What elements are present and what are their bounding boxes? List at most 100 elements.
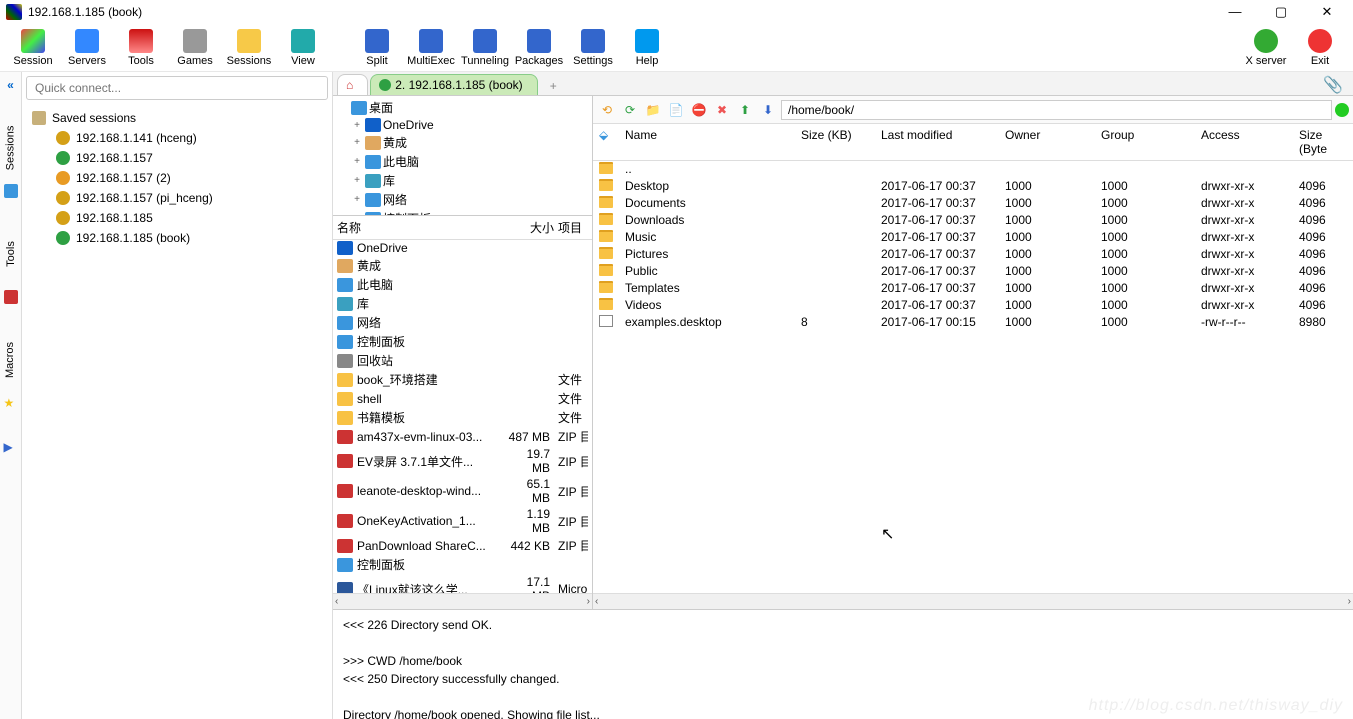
session-item[interactable]: 192.168.1.141 (hceng)	[22, 128, 332, 148]
attach-icon[interactable]: 📎	[1317, 75, 1349, 95]
expand-icon[interactable]: +	[351, 175, 363, 186]
collapse-rail-icon[interactable]: «	[7, 78, 14, 92]
col-name[interactable]: 名称	[337, 219, 512, 236]
expand-icon[interactable]: +	[351, 137, 363, 148]
local-file-list[interactable]: OneDrive黄成此电脑库网络控制面板回收站book_环境搭建文件shell文…	[333, 240, 592, 593]
col-group[interactable]: Group	[1095, 128, 1195, 156]
remote-file-row[interactable]: Public2017-06-17 00:3710001000drwxr-xr-x…	[593, 263, 1353, 280]
toolbar-view[interactable]: View	[276, 29, 330, 67]
toolbar-tunneling[interactable]: Tunneling	[458, 29, 512, 67]
local-tree[interactable]: 桌面+OneDrive+黄成+此电脑+库+网络+控制面板回收站	[333, 96, 592, 216]
delete-icon[interactable]: ✖	[712, 100, 732, 120]
remote-file-row[interactable]: Music2017-06-17 00:3710001000drwxr-xr-x4…	[593, 229, 1353, 246]
col-size[interactable]: 大小	[512, 219, 554, 236]
quick-connect-input[interactable]	[26, 76, 328, 100]
local-file-row[interactable]: PanDownload ShareC...442 KBZIP 目	[333, 536, 592, 555]
col-type[interactable]: 项目	[554, 219, 588, 236]
remote-file-row[interactable]: Videos2017-06-17 00:3710001000drwxr-xr-x…	[593, 297, 1353, 314]
session-item[interactable]: 192.168.1.157 (2)	[22, 168, 332, 188]
download-icon[interactable]: ⬇	[758, 100, 778, 120]
toolbar-x-server[interactable]: X server	[1239, 29, 1293, 67]
local-file-row[interactable]: 库	[333, 294, 592, 313]
local-tree-item[interactable]: +OneDrive	[335, 117, 590, 133]
local-tree-item[interactable]: 桌面	[335, 98, 590, 117]
copy-icon[interactable]: 📄	[666, 100, 686, 120]
parent-dir-row[interactable]: ..	[593, 161, 1353, 178]
toolbar-exit[interactable]: Exit	[1293, 29, 1347, 67]
col-name[interactable]: Name	[619, 128, 795, 156]
local-file-row[interactable]: leanote-desktop-wind...65.1 MBZIP 目	[333, 476, 592, 506]
rail-sessions[interactable]: Sessions	[5, 126, 17, 171]
new-tab-button[interactable]: +	[540, 77, 567, 95]
rail-macros[interactable]: Macros	[5, 342, 17, 378]
local-file-row[interactable]: book_环境搭建文件	[333, 370, 592, 389]
toolbar-sessions[interactable]: Sessions	[222, 29, 276, 67]
remote-file-list[interactable]: ..Desktop2017-06-17 00:3710001000drwxr-x…	[593, 161, 1353, 593]
session-item[interactable]: 192.168.1.185 (book)	[22, 228, 332, 248]
local-tree-item[interactable]: +控制面板	[335, 209, 590, 216]
home-tab[interactable]: ⌂	[337, 74, 368, 95]
remote-path-input[interactable]	[781, 100, 1332, 120]
toolbar-split[interactable]: Split	[350, 29, 404, 67]
session-tab[interactable]: 2. 192.168.1.185 (book)	[370, 74, 537, 95]
scroll-right-icon[interactable]: ›	[587, 596, 590, 607]
col-filesize[interactable]: Size (Byte	[1293, 128, 1353, 156]
upload-icon[interactable]: ⬆	[735, 100, 755, 120]
local-file-row[interactable]: 网络	[333, 313, 592, 332]
rail-tools[interactable]: Tools	[5, 241, 17, 267]
local-tree-item[interactable]: +此电脑	[335, 152, 590, 171]
local-hscroll[interactable]: ‹›	[333, 593, 592, 609]
session-item[interactable]: 192.168.1.157	[22, 148, 332, 168]
local-file-row[interactable]: am437x-evm-linux-03...487 MBZIP 目	[333, 427, 592, 446]
remote-hscroll[interactable]: ‹›	[593, 593, 1353, 609]
local-file-row[interactable]: 书籍模板文件	[333, 408, 592, 427]
toolbar-session[interactable]: Session	[6, 29, 60, 67]
local-tree-item[interactable]: +黄成	[335, 133, 590, 152]
local-file-row[interactable]: 此电脑	[333, 275, 592, 294]
local-file-row[interactable]: 黄成	[333, 256, 592, 275]
local-file-row[interactable]: 《Linux就该这么学...17.1 MBMicro	[333, 574, 592, 593]
log-output[interactable]: <<< 226 Directory send OK. >>> CWD /home…	[333, 609, 1353, 719]
session-item[interactable]: 192.168.1.157 (pi_hceng)	[22, 188, 332, 208]
col-owner[interactable]: Owner	[999, 128, 1095, 156]
col-access[interactable]: Access	[1195, 128, 1293, 156]
remote-file-row[interactable]: examples.desktop82017-06-17 00:151000100…	[593, 314, 1353, 331]
toolbar-packages[interactable]: Packages	[512, 29, 566, 67]
local-file-row[interactable]: 控制面板	[333, 332, 592, 351]
expand-icon[interactable]: +	[351, 120, 363, 131]
minimize-button[interactable]: —	[1221, 2, 1249, 22]
toolbar-help[interactable]: Help	[620, 29, 674, 67]
remote-file-row[interactable]: Pictures2017-06-17 00:3710001000drwxr-xr…	[593, 246, 1353, 263]
local-file-row[interactable]: 回收站	[333, 351, 592, 370]
local-file-row[interactable]: 控制面板	[333, 555, 592, 574]
remote-file-row[interactable]: Desktop2017-06-17 00:3710001000drwxr-xr-…	[593, 178, 1353, 195]
scroll-right-icon[interactable]: ›	[1348, 596, 1351, 607]
expand-icon[interactable]: +	[351, 194, 363, 205]
session-item[interactable]: 192.168.1.185	[22, 208, 332, 228]
scroll-left-icon[interactable]: ‹	[335, 596, 338, 607]
saved-sessions-folder[interactable]: Saved sessions	[22, 108, 332, 128]
local-file-row[interactable]: EV录屏 3.7.1单文件...19.7 MBZIP 目	[333, 446, 592, 476]
maximize-button[interactable]: ▢	[1267, 2, 1295, 22]
local-file-row[interactable]: OneKeyActivation_1...1.19 MBZIP 目	[333, 506, 592, 536]
col-modified[interactable]: Last modified	[875, 128, 999, 156]
remote-file-row[interactable]: Downloads2017-06-17 00:3710001000drwxr-x…	[593, 212, 1353, 229]
local-tree-item[interactable]: +网络	[335, 190, 590, 209]
local-file-row[interactable]: shell文件	[333, 389, 592, 408]
stop-icon[interactable]: ⛔	[689, 100, 709, 120]
refresh-icon[interactable]: ⟳	[620, 100, 640, 120]
scroll-left-icon[interactable]: ‹	[595, 596, 598, 607]
remote-file-row[interactable]: Documents2017-06-17 00:3710001000drwxr-x…	[593, 195, 1353, 212]
toolbar-servers[interactable]: Servers	[60, 29, 114, 67]
toolbar-games[interactable]: Games	[168, 29, 222, 67]
local-file-row[interactable]: OneDrive	[333, 240, 592, 256]
new-folder-icon[interactable]: 📁	[643, 100, 663, 120]
back-icon[interactable]: ⟲	[597, 100, 617, 120]
expand-icon[interactable]: +	[351, 156, 363, 167]
close-button[interactable]: ✕	[1313, 2, 1341, 22]
local-tree-item[interactable]: +库	[335, 171, 590, 190]
toolbar-multiexec[interactable]: MultiExec	[404, 29, 458, 67]
toolbar-settings[interactable]: Settings	[566, 29, 620, 67]
col-size[interactable]: Size (KB)	[795, 128, 875, 156]
toolbar-tools[interactable]: Tools	[114, 29, 168, 67]
